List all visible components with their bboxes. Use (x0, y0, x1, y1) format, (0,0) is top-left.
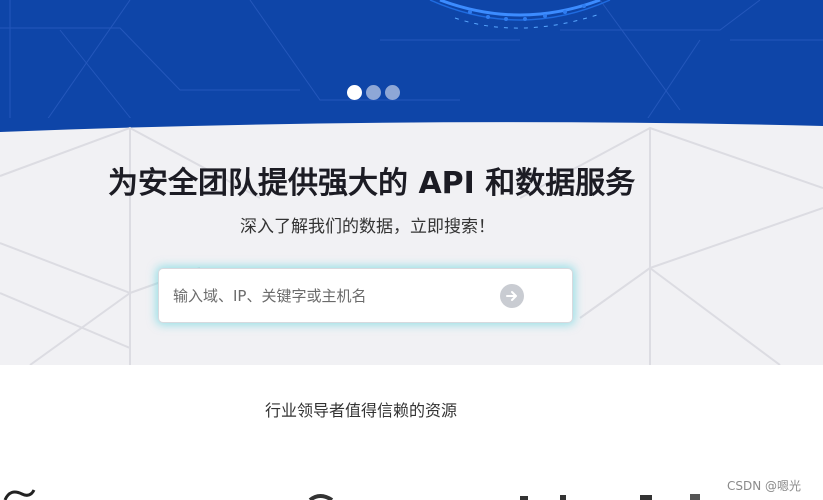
page-headline: 为安全团队提供强大的 API 和数据服务 (108, 166, 636, 201)
partner-logo-3 (520, 496, 528, 500)
search-box (158, 268, 573, 323)
hero-banner (0, 0, 823, 130)
carousel-dot-1[interactable] (347, 85, 362, 100)
carousel-dots (347, 85, 400, 100)
page-subheadline: 深入了解我们的数据，立即搜索！ (240, 217, 495, 237)
banner-decoration (0, 0, 823, 130)
partner-logo-1 (3, 489, 36, 500)
arrow-right-icon (506, 291, 517, 301)
search-submit-button[interactable] (500, 284, 524, 308)
trust-heading: 行业领导者值得信赖的资源 (265, 401, 458, 420)
partner-logo-2 (308, 494, 334, 500)
partner-logos (0, 478, 823, 500)
partner-logo-4 (640, 495, 652, 500)
background-pattern (0, 118, 823, 365)
carousel-dot-3[interactable] (385, 85, 400, 100)
search-section (0, 118, 823, 365)
search-input[interactable] (173, 269, 503, 322)
watermark: CSDN @嗯光 (727, 479, 802, 493)
carousel-dot-2[interactable] (366, 85, 381, 100)
